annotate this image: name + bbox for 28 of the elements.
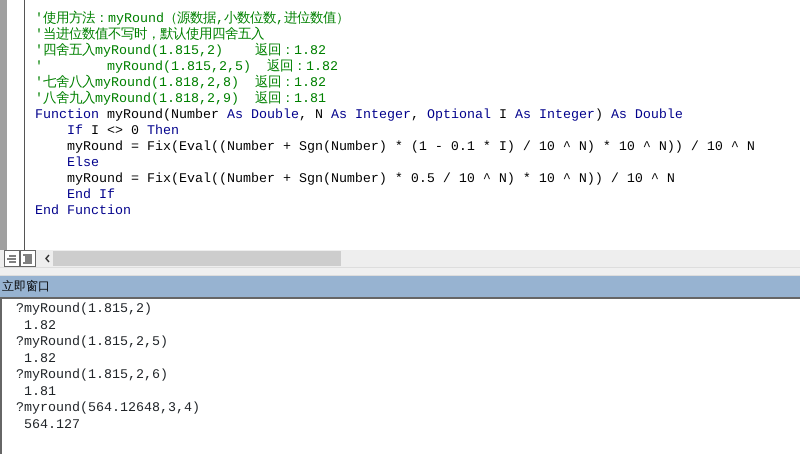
- output-line: 564.127: [22, 418, 81, 434]
- code-line: '使用方法：myRound（源数据,小数位数,进位数值）: [35, 12, 350, 27]
- output-line: ?myRound(1.815,2,5): [16, 335, 169, 352]
- lines-icon: [23, 254, 33, 264]
- full-module-view-button[interactable]: [20, 250, 36, 267]
- code-line: '八舍九入myRound(1.818,2,9) 返回：1.81: [35, 92, 327, 108]
- output-line: ?myround(564.12648,3,4): [16, 401, 201, 418]
- code-line: '当进位数值不写时，默认使用四舍五入: [35, 28, 264, 43]
- window-title: 立即窗口: [2, 280, 50, 294]
- code-line: '七舍八入myRound(1.818,2,8) 返回：1.82: [35, 76, 327, 91]
- scroll-left-icon[interactable]: [44, 254, 51, 263]
- code-line: Function myRound(Number As Double, N As Integer, Optional I As Integer) As Double: [35, 108, 684, 124]
- code-line: '四舍五入myRound(1.815,2) 返回：1.82: [35, 44, 327, 59]
- code-line: myRound = Fix(Eval((Number + Sgn(Number) * 0.5 / 10 ^ N) * 10 ^ N)) / 10 ^ N: [66, 172, 676, 188]
- code-line: Else: [66, 156, 100, 172]
- code-line: ' myRound(1.815,2,5) 返回：1.82: [35, 60, 339, 75]
- output-line: 1.82: [22, 318, 57, 335]
- output-line: ?myRound(1.815,2,6): [16, 368, 169, 384]
- output-line: 1.82: [22, 352, 57, 368]
- code-line: If I <> 0 Then: [66, 124, 180, 140]
- output-line: ?myRound(1.815,2): [16, 302, 153, 318]
- code-line: End If: [66, 188, 116, 204]
- code-line: End Function: [35, 204, 132, 220]
- code-line: myRound = Fix(Eval((Number + Sgn(Number) * (1 - 0.1 * I) / 10 ^ N) * 10 ^ N)) / 10 ^ N: [66, 140, 755, 156]
- lines-icon: [7, 254, 17, 262]
- procedure-view-button[interactable]: [4, 250, 20, 267]
- scrollbar-thumb[interactable]: [53, 251, 341, 266]
- output-line: 1.81: [22, 384, 57, 401]
